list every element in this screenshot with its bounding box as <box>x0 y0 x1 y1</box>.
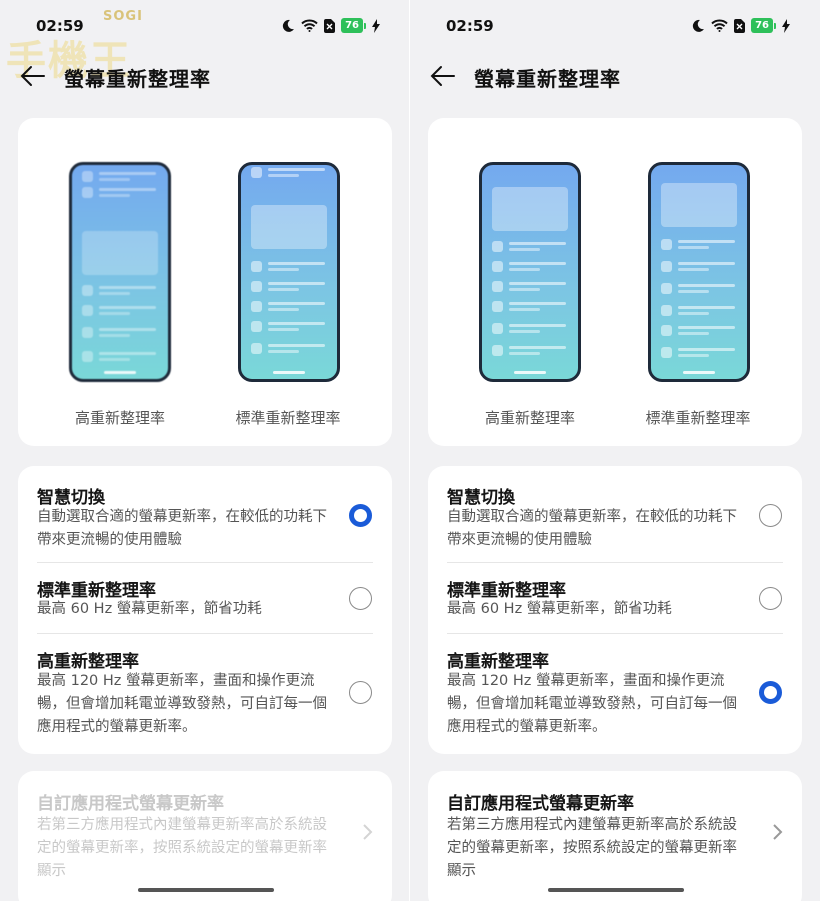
divider <box>37 633 373 634</box>
custom-refresh-desc: 若第三方應用程式內建螢幕更新率高於系統設定的螢幕更新率，按照系統設定的螢幕更新率… <box>37 817 327 879</box>
refresh-options-card: 智慧切換 自動選取合適的螢幕更新率，在較低的功耗下帶來更流暢的使用體驗 標準重新… <box>18 466 392 754</box>
high-refresh-label: 高重新整理率 <box>484 409 575 427</box>
preview-card: 高重新整理率 標準重新整理率 <box>18 118 392 446</box>
battery-icon: 76 <box>341 18 366 33</box>
divider <box>447 633 783 634</box>
standard-refresh-label: 標準重新整理率 <box>645 409 751 427</box>
no-sim-icon <box>734 18 746 33</box>
divider <box>37 562 373 563</box>
status-time: 02:59 <box>446 17 494 35</box>
standard-refresh-label: 標準重新整理率 <box>235 409 341 427</box>
do-not-disturb-moon-icon <box>282 19 295 32</box>
custom-app-refresh-row: 自訂應用程式螢幕更新率 若第三方應用程式內建螢幕更新率高於系統設定的螢幕更新率，… <box>18 771 392 901</box>
page-title: 螢幕重新整理率 <box>64 67 211 91</box>
charging-bolt-icon <box>782 18 790 33</box>
preview-card: 高重新整理率 標準重新整理率 <box>428 118 802 446</box>
home-indicator[interactable] <box>138 888 274 892</box>
radio-high-refresh[interactable] <box>349 681 372 704</box>
option-name: 高重新整理率 <box>37 652 139 672</box>
radio-smart-switch[interactable] <box>759 504 782 527</box>
chevron-right-icon <box>773 824 783 840</box>
custom-refresh-name: 自訂應用程式螢幕更新率 <box>447 794 634 814</box>
back-arrow-icon[interactable] <box>18 63 48 89</box>
page-title: 螢幕重新整理率 <box>474 67 621 91</box>
refresh-options-card: 智慧切換 自動選取合適的螢幕更新率，在較低的功耗下帶來更流暢的使用體驗 標準重新… <box>428 466 802 754</box>
option-name: 智慧切換 <box>447 488 515 508</box>
custom-refresh-name: 自訂應用程式螢幕更新率 <box>37 794 224 814</box>
high-refresh-label: 高重新整理率 <box>74 409 165 427</box>
chevron-right-icon <box>363 824 373 840</box>
radio-high-refresh[interactable] <box>759 681 782 704</box>
radio-smart-switch[interactable] <box>349 504 372 527</box>
app-header: 螢幕重新整理率 <box>0 60 410 94</box>
standard-refresh-phone-illustration <box>648 162 750 382</box>
option-desc: 自動選取合適的螢幕更新率，在較低的功耗下帶來更流暢的使用體驗 <box>447 509 737 548</box>
option-desc: 最高 60 Hz 螢幕更新率，節省功耗 <box>447 601 672 617</box>
battery-icon: 76 <box>751 18 776 33</box>
radio-standard-refresh[interactable] <box>759 587 782 610</box>
status-bar: 02:59 76 <box>410 16 820 38</box>
left-screen: 02:59 76 SOGI 手機王 螢幕重新整理率 高重新整理率 標準重新整理率… <box>0 0 410 901</box>
standard-refresh-phone-illustration <box>238 162 340 382</box>
radio-standard-refresh[interactable] <box>349 587 372 610</box>
custom-refresh-desc: 若第三方應用程式內建螢幕更新率高於系統設定的螢幕更新率，按照系統設定的螢幕更新率… <box>447 817 737 879</box>
high-refresh-phone-illustration <box>479 162 581 382</box>
option-desc: 最高 120 Hz 螢幕更新率，畫面和操作更流暢，但會增加耗電並導致發熱，可自訂… <box>37 673 327 735</box>
custom-app-refresh-row[interactable]: 自訂應用程式螢幕更新率 若第三方應用程式內建螢幕更新率高於系統設定的螢幕更新率，… <box>428 771 802 901</box>
divider <box>447 562 783 563</box>
battery-level: 76 <box>341 18 363 33</box>
battery-level: 76 <box>751 18 773 33</box>
right-screen: 02:59 76 螢幕重新整理率 高重新整理率 標準重新整理率 智慧切換 自動選… <box>410 0 820 901</box>
do-not-disturb-moon-icon <box>692 19 705 32</box>
home-indicator[interactable] <box>548 888 684 892</box>
wifi-icon <box>301 19 318 32</box>
no-sim-icon <box>324 18 336 33</box>
option-desc: 最高 120 Hz 螢幕更新率，畫面和操作更流暢，但會增加耗電並導致發熱，可自訂… <box>447 673 737 735</box>
option-desc: 最高 60 Hz 螢幕更新率，節省功耗 <box>37 601 262 617</box>
watermark-brand: SOGI <box>103 9 143 24</box>
option-name: 智慧切換 <box>37 488 105 508</box>
high-refresh-phone-illustration <box>69 162 171 382</box>
wifi-icon <box>711 19 728 32</box>
back-arrow-icon[interactable] <box>428 63 458 89</box>
app-header: 螢幕重新整理率 <box>410 60 820 94</box>
charging-bolt-icon <box>372 18 380 33</box>
option-desc: 自動選取合適的螢幕更新率，在較低的功耗下帶來更流暢的使用體驗 <box>37 509 327 548</box>
option-name: 高重新整理率 <box>447 652 549 672</box>
